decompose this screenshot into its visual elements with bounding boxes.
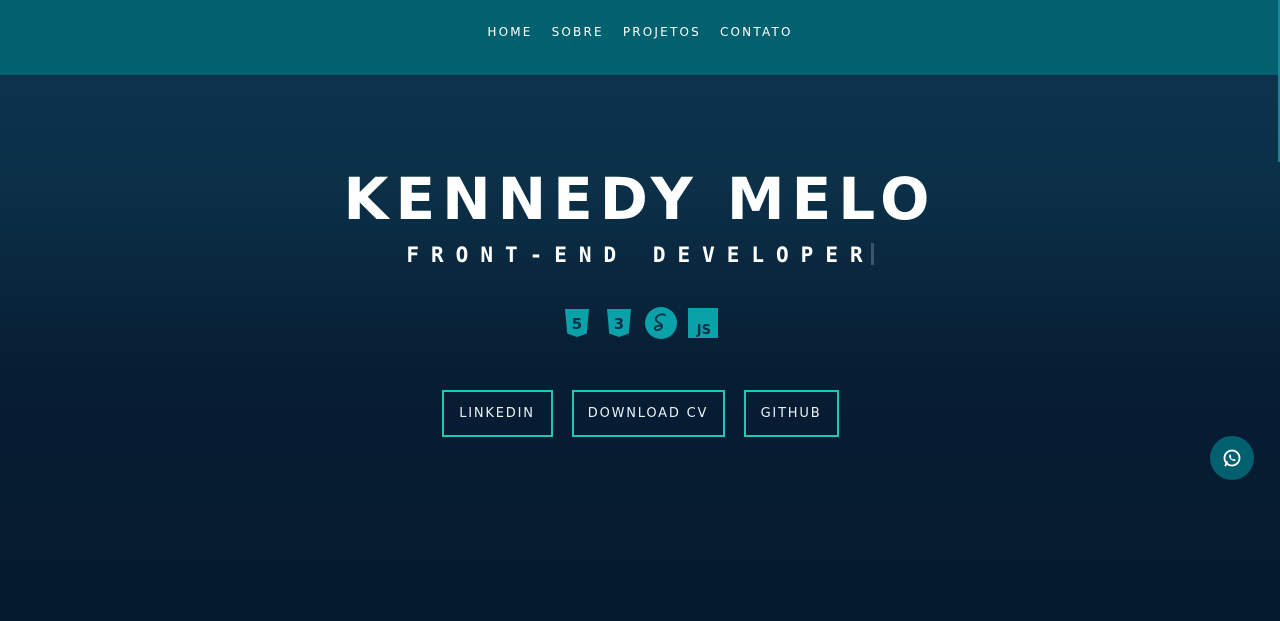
css3-icon-label: 3	[614, 315, 624, 333]
hero-buttons: LINKEDIN DOWNLOAD CV GITHUB	[0, 390, 1280, 437]
nav-projetos-link[interactable]: PROJETOS	[623, 24, 701, 40]
nav-home-link[interactable]: HOME	[487, 24, 532, 40]
nav-sobre-link[interactable]: SOBRE	[552, 24, 604, 40]
javascript-icon-label: JS	[696, 323, 711, 338]
whatsapp-icon	[1223, 449, 1241, 467]
html5-icon-label: 5	[572, 315, 582, 333]
css3-icon: 3	[603, 307, 635, 339]
html5-icon: 5	[561, 307, 593, 339]
whatsapp-button[interactable]	[1210, 436, 1254, 480]
typing-cursor	[870, 243, 874, 265]
nav-contato-link[interactable]: CONTATO	[720, 24, 793, 40]
hero-role-text: FRONT-END DEVELOPER	[406, 243, 875, 267]
linkedin-button[interactable]: LINKEDIN	[441, 390, 553, 437]
javascript-icon: JS	[687, 307, 719, 339]
hero-role-subtitle: FRONT-END DEVELOPER	[0, 241, 1280, 269]
hero-name-heading: KENNEDY MELO	[343, 165, 937, 233]
top-navbar: HOME SOBRE PROJETOS CONTATO	[0, 0, 1279, 75]
tech-icons-row: 5 3 JS	[0, 307, 1280, 339]
github-button[interactable]: GITHUB	[743, 390, 839, 437]
download-cv-button[interactable]: DOWNLOAD CV	[571, 390, 725, 437]
main-nav: HOME SOBRE PROJETOS CONTATO	[0, 24, 1280, 40]
sass-icon	[645, 307, 677, 339]
